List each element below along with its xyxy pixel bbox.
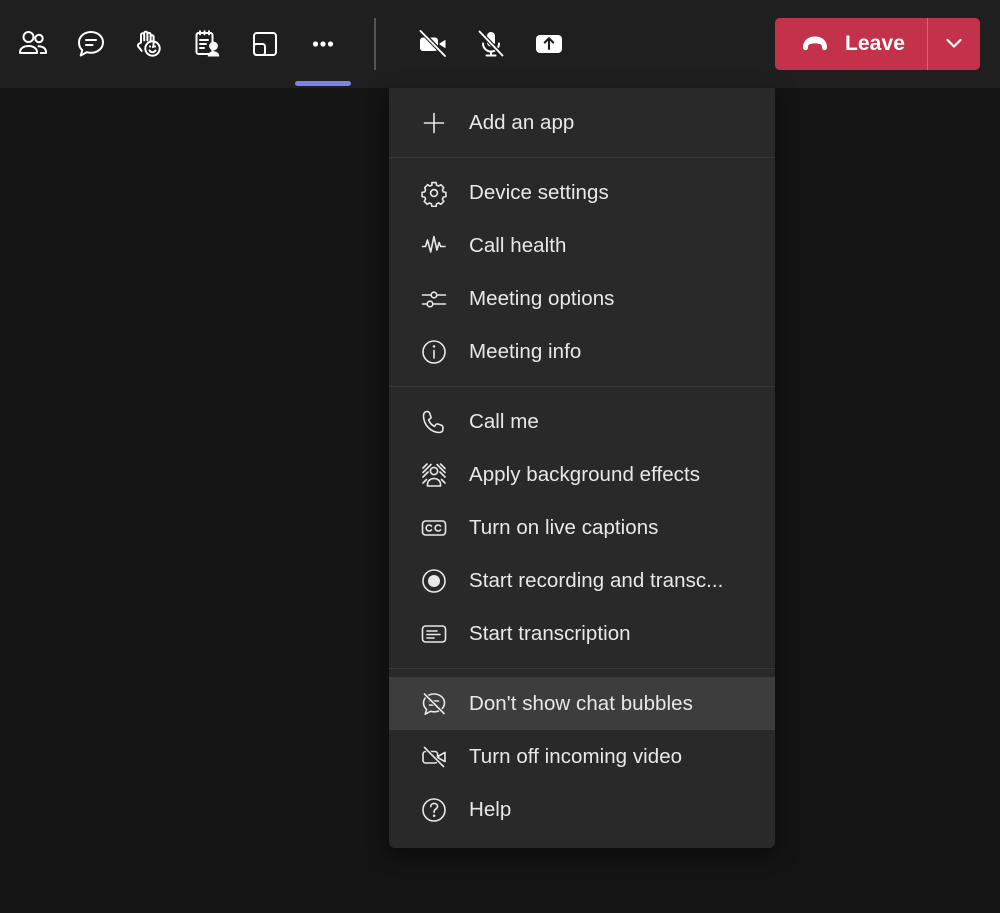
menu-item-meeting-options[interactable]: Meeting options [389,272,775,325]
menu-item-label: Turn off incoming video [469,744,683,768]
pulse-icon [417,232,451,260]
more-actions-menu: Add an app Device settings Call health M… [389,88,775,848]
question-circle-icon [417,796,451,824]
breakout-rooms-icon [248,27,282,61]
toolbar-button-reactions[interactable] [120,18,178,70]
more-active-indicator [295,81,351,86]
info-circle-icon [417,338,451,366]
menu-item-label: Start recording and transc... [469,568,724,592]
menu-item-add-an-app[interactable]: Add an app [389,96,775,149]
toolbar-left-group [4,18,352,86]
toolbar-button-people[interactable] [4,18,62,70]
transcription-icon [417,620,451,648]
toolbar-media-group [404,18,578,70]
mic-off-icon [472,25,510,63]
menu-item-label: Add an app [469,110,575,134]
menu-item-label: Device settings [469,180,609,204]
toolbar-button-camera[interactable] [404,18,462,70]
menu-item-dont-show-chat-bubbles[interactable]: Don't show chat bubbles [389,677,775,730]
sliders-icon [417,285,451,313]
plus-icon [417,109,451,137]
share-up-arrow-icon [531,26,567,62]
menu-item-meeting-info[interactable]: Meeting info [389,325,775,378]
menu-item-label: Don't show chat bubbles [469,691,693,715]
menu-item-label: Start transcription [469,621,631,645]
chevron-down-icon [941,30,967,59]
leave-button-group: Leave [774,18,980,70]
menu-item-help[interactable]: Help [389,783,775,836]
menu-section-settings: Device settings Call health Meeting opti… [389,157,775,386]
notes-person-icon [190,27,224,61]
menu-item-label: Help [469,797,512,821]
menu-item-label: Call health [469,233,567,257]
menu-item-turn-off-incoming-video[interactable]: Turn off incoming video [389,730,775,783]
chat-icon [74,27,108,61]
hangup-phone-icon [799,27,831,62]
leave-options-button[interactable] [928,18,980,70]
toolbar-button-notes[interactable] [178,18,236,70]
incoming-video-off-icon [417,743,451,771]
toolbar-button-chat[interactable] [62,18,120,70]
background-effects-icon [417,461,451,489]
chat-bubble-off-icon [417,690,451,718]
menu-section-apps: Add an app [389,88,775,157]
phone-icon [417,408,451,436]
gear-icon [417,179,451,207]
menu-item-label: Call me [469,409,539,433]
menu-section-call-features: Call me Apply background effects Turn on… [389,386,775,668]
toolbar-divider [374,18,376,70]
meeting-toolbar: Leave [0,0,1000,88]
menu-item-label: Turn on live captions [469,515,659,539]
menu-item-label: Apply background effects [469,462,701,486]
raise-hand-reactions-icon [132,27,166,61]
menu-item-call-health[interactable]: Call health [389,219,775,272]
leave-label: Leave [844,32,905,55]
menu-item-label: Meeting options [469,286,615,310]
closed-captions-icon [417,514,451,542]
more-ellipsis-icon [306,27,340,61]
record-circle-icon [417,567,451,595]
menu-item-call-me[interactable]: Call me [389,395,775,448]
toolbar-button-share[interactable] [520,18,578,70]
toolbar-button-more[interactable] [294,18,352,86]
toolbar-button-microphone[interactable] [462,18,520,70]
leave-button[interactable]: Leave [774,18,927,70]
menu-item-label: Meeting info [469,339,582,363]
menu-section-view-and-help: Don't show chat bubbles Turn off incomin… [389,668,775,844]
menu-item-start-transcription[interactable]: Start transcription [389,607,775,660]
menu-item-device-settings[interactable]: Device settings [389,166,775,219]
menu-item-apply-background-effects[interactable]: Apply background effects [389,448,775,501]
people-icon [16,27,50,61]
camera-off-icon [414,25,452,63]
toolbar-button-rooms[interactable] [236,18,294,70]
menu-item-start-recording-and-transcription[interactable]: Start recording and transc... [389,554,775,607]
menu-item-turn-on-live-captions[interactable]: Turn on live captions [389,501,775,554]
